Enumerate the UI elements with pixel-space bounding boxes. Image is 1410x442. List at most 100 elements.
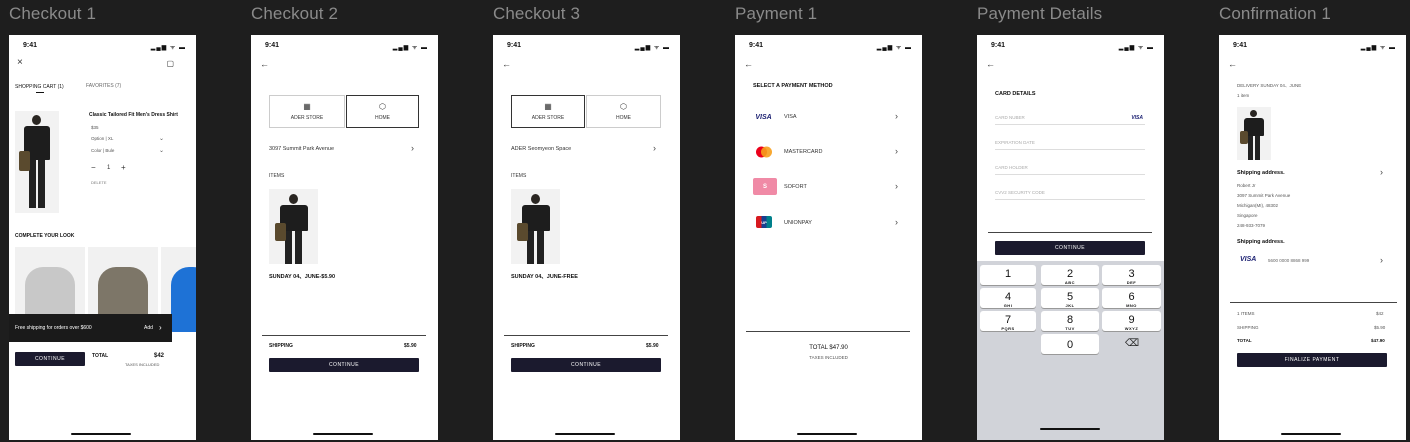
chat-icon[interactable]: ▢ <box>166 59 174 68</box>
payment-method-sofort[interactable]: S SOFORT › <box>735 176 922 198</box>
payment-method-mastercard[interactable]: MASTERCARD › <box>735 142 922 162</box>
quantity-decrement-button[interactable]: − <box>91 163 96 172</box>
address-line[interactable]: 3097 Summit Park Avenue <box>269 146 334 152</box>
status-bar: 9:41 ▂▄▆ ᯤ ▬ <box>977 42 1164 52</box>
chevron-down-icon[interactable]: ⌄ <box>159 147 164 154</box>
card-holder-placeholder: CARD HOLDER <box>995 165 1028 170</box>
chevron-right-icon[interactable]: › <box>411 143 414 153</box>
home-indicator[interactable] <box>1281 433 1341 435</box>
status-bar: 9:41 ▂▄▆ ᯤ ▬ <box>493 42 680 52</box>
key-7[interactable]: 7 PQRS <box>980 311 1036 331</box>
status-time: 9:41 <box>991 42 1006 49</box>
tab-shopping-cart[interactable]: SHOPPING CART (1) <box>15 84 64 90</box>
unionpay-logo-icon: UP <box>756 216 772 228</box>
status-time: 9:41 <box>507 42 522 49</box>
chevron-down-icon[interactable]: ⌄ <box>159 135 164 142</box>
shipping-label: SHIPPING <box>511 343 535 349</box>
chevron-right-icon[interactable]: › <box>1380 167 1383 177</box>
key-1[interactable]: 1 <box>980 265 1036 285</box>
payment-method-visa[interactable]: VISA VISA › <box>735 107 922 127</box>
taxes-included: TAXES INCLUDED <box>125 362 160 367</box>
chevron-right-icon[interactable]: › <box>895 111 898 121</box>
back-arrow-icon[interactable]: ← <box>986 59 995 69</box>
toast-add-button[interactable]: Add <box>144 325 153 331</box>
product-image[interactable] <box>15 111 59 213</box>
home-indicator[interactable] <box>797 433 857 435</box>
chevron-right-icon[interactable]: › <box>895 146 898 156</box>
continue-button[interactable]: CONTINUE <box>511 358 661 372</box>
chevron-right-icon[interactable]: › <box>159 323 162 332</box>
product-option[interactable]: Option | XL <box>91 136 113 141</box>
chevron-right-icon[interactable]: › <box>895 217 898 227</box>
card-holder-field[interactable]: CARD HOLDER <box>995 165 1145 175</box>
delivery-option-store-label: ADER STORE <box>290 115 324 121</box>
status-time: 9:41 <box>749 42 764 49</box>
product-color[interactable]: Color | Bule <box>91 148 114 153</box>
delivery-option-store[interactable]: ▦ ADER STORE <box>269 95 345 128</box>
home-indicator[interactable] <box>555 433 615 435</box>
back-arrow-icon[interactable]: ← <box>260 59 269 69</box>
key-6[interactable]: 6 MNO <box>1102 288 1161 308</box>
visa-logo-icon: VISA <box>755 113 772 121</box>
delivery-option-store[interactable]: ▦ ADER STORE <box>511 95 585 128</box>
payment-method-unionpay[interactable]: UP UNIONPAY › <box>735 213 922 233</box>
free-shipping-toast: Free shipping for orders over $600 Add › <box>9 314 172 342</box>
delete-link[interactable]: DELETE <box>91 180 107 185</box>
tab-favorites[interactable]: FAVORITES (7) <box>86 83 121 89</box>
back-arrow-icon[interactable]: ← <box>744 59 753 69</box>
delivery-option-home[interactable]: ⬡ HOME <box>586 95 661 128</box>
back-arrow-icon[interactable]: ← <box>1228 59 1237 69</box>
payment-method-label: SOFORT <box>784 184 807 190</box>
visa-logo-icon: VISA <box>1240 256 1257 263</box>
chevron-right-icon[interactable]: › <box>1380 255 1383 265</box>
divider <box>262 335 426 336</box>
status-icons: ▂▄▆ ᯤ ▬ <box>876 45 912 51</box>
key-0[interactable]: 0 <box>1041 334 1099 354</box>
key-3[interactable]: 3 DEF <box>1102 265 1161 285</box>
expiration-date-field[interactable]: EXPIRATION DATE <box>995 140 1145 150</box>
card-number-placeholder: CARD NUBER <box>995 115 1025 120</box>
item-thumbnail[interactable] <box>511 189 560 264</box>
finalize-payment-button[interactable]: FINALIZE PAYMENT <box>1237 353 1387 367</box>
recipient-name: Robert Jr <box>1237 183 1256 188</box>
item-count: 1 item <box>1237 93 1250 98</box>
key-5[interactable]: 5 JKL <box>1041 288 1099 308</box>
shipping-label: SHIPPING <box>1237 325 1259 330</box>
key-4[interactable]: 4 GHI <box>980 288 1036 308</box>
home-indicator[interactable] <box>313 433 373 435</box>
status-time: 9:41 <box>1233 42 1248 49</box>
continue-button[interactable]: CONTINUE <box>15 352 85 366</box>
key-2[interactable]: 2 ABC <box>1041 265 1099 285</box>
chevron-right-icon[interactable]: › <box>653 143 656 153</box>
box-icon: ⬡ <box>620 102 627 111</box>
back-arrow-icon[interactable]: ← <box>502 59 511 69</box>
home-indicator[interactable] <box>71 433 131 435</box>
box-icon: ⬡ <box>379 102 386 111</box>
card-number-field[interactable]: CARD NUBER VISA <box>995 115 1145 125</box>
complete-look-heading: COMPLETE YOUR LOOK <box>15 233 75 239</box>
backspace-icon[interactable]: ⌫ <box>1125 338 1139 349</box>
chevron-right-icon[interactable]: › <box>895 181 898 191</box>
item-thumbnail[interactable] <box>1237 107 1271 160</box>
key-9[interactable]: 9 WXYZ <box>1102 311 1161 331</box>
continue-button[interactable]: CONTINUE <box>269 358 419 372</box>
delivery-date: SUNDAY 04、JUNE-FREE <box>511 274 578 280</box>
frame-title-confirmation-1: Confirmation 1 <box>1219 4 1331 23</box>
address-street: 3097 Summit Park Avenue <box>1237 193 1291 198</box>
status-bar: 9:41 ▂▄▆ ᯤ ▬ <box>9 42 196 52</box>
status-icons: ▂▄▆ ᯤ ▬ <box>1118 45 1154 51</box>
payment-method-label: VISA <box>784 114 797 120</box>
delivery-option-home[interactable]: ⬡ HOME <box>346 95 419 128</box>
key-8[interactable]: 8 TUV <box>1041 311 1099 331</box>
home-indicator[interactable] <box>1040 428 1100 430</box>
mastercard-logo-icon <box>753 145 774 159</box>
product-name: Classic Tailored Fit Men's Dress Shirt <box>89 112 178 118</box>
cvv-field[interactable]: CVV2 SECURITY CODE <box>995 190 1145 200</box>
close-icon[interactable]: × <box>17 57 23 68</box>
delivery-option-store-label: ADER STORE <box>531 115 565 121</box>
continue-button[interactable]: CONTINUE <box>995 241 1145 255</box>
item-thumbnail[interactable] <box>269 189 318 264</box>
sofort-logo-icon: S <box>753 178 777 195</box>
store-address-line[interactable]: ADER Seomyeon Space <box>511 146 571 152</box>
quantity-increment-button[interactable]: + <box>121 163 126 172</box>
